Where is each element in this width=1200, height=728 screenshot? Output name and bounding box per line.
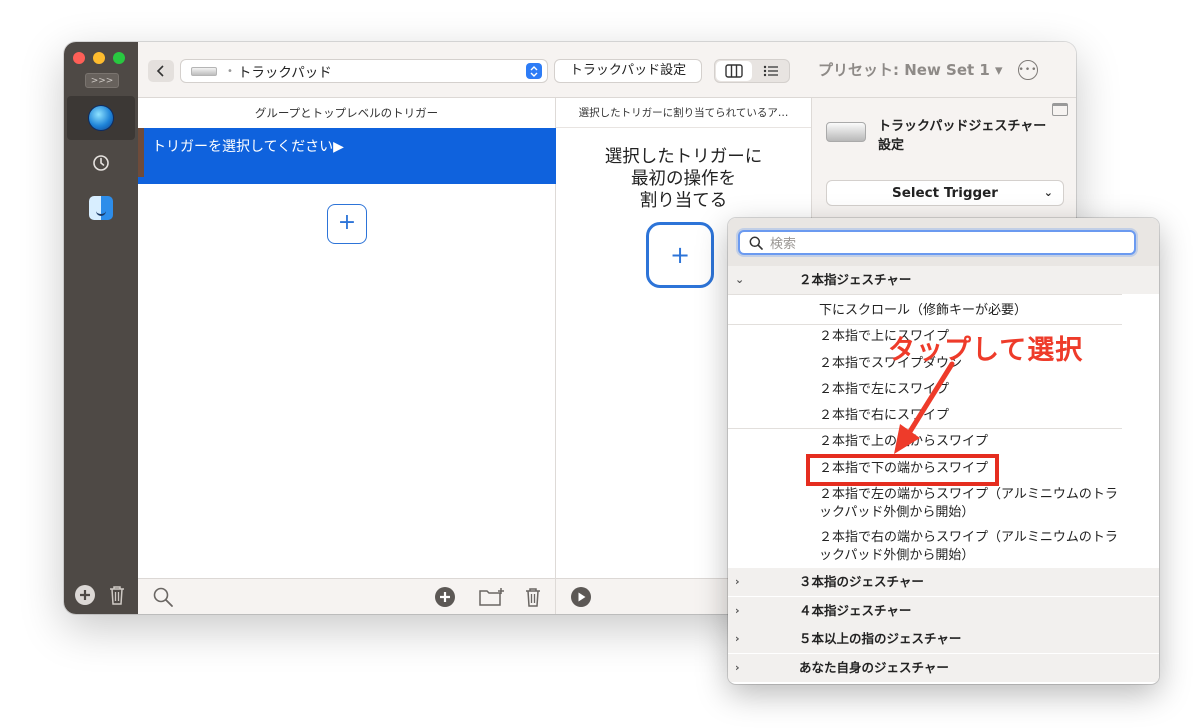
trash-icon[interactable] [524, 586, 542, 608]
zoom-window-button[interactable] [113, 52, 125, 64]
back-button[interactable] [148, 60, 174, 82]
group-two-finger[interactable]: ⌄ ２本指ジェスチャー [728, 266, 1159, 294]
assign-hint-line-2: 最初の操作を [631, 169, 736, 189]
group-label: ２本指ジェスチャー [799, 272, 912, 287]
expand-sidebar-button[interactable]: >>> [85, 73, 119, 88]
chevron-down-icon: ⌄ [1043, 186, 1053, 199]
group-label: ５本以上の指のジェスチャー [799, 631, 962, 646]
dropdown-search-field[interactable]: 検索 [738, 230, 1136, 255]
dropdown-search-area: 検索 [728, 218, 1159, 266]
item-label: ２本指で右の端からスワイプ（アルミニウムのトラックパッド外側から開始） [819, 530, 1118, 563]
add-icon[interactable] [434, 586, 456, 608]
add-action-button[interactable]: + [646, 222, 714, 288]
group-five-plus-finger[interactable]: › ５本以上の指のジェスチャー [728, 625, 1159, 653]
sidebar-item-finder[interactable] [67, 186, 135, 230]
list-icon [763, 65, 778, 77]
actions-column-header: 選択したトリガーに割り当てられているア… [556, 98, 811, 128]
trackpad-settings-button[interactable]: トラックパッド設定 [554, 59, 702, 83]
select-trigger-prompt: トリガーを選択してください▶ [152, 139, 344, 155]
ellipsis-icon: ••• [1018, 65, 1038, 75]
sidebar-item-timer[interactable] [67, 141, 135, 185]
search-placeholder: 検索 [770, 237, 797, 252]
toolbar: • トラックパッド トラックパッド設定 プリセット: New Set 1 ▾ •… [138, 42, 1076, 98]
group-custom[interactable]: › あなた自身のジェスチャー [728, 654, 1159, 682]
group-four-finger[interactable]: › ４本指ジェスチャー [728, 597, 1159, 625]
view-mode-segment [714, 59, 790, 83]
list-view-button[interactable] [753, 60, 789, 82]
finder-icon [89, 196, 113, 220]
column-view-button[interactable] [716, 61, 752, 81]
assign-action-hint: 選択したトリガーに 最初の操作を 割り当てる [556, 146, 811, 212]
dot-icon: • [227, 65, 233, 77]
group-label: ３本指のジェスチャー [799, 574, 924, 589]
groups-column: グループとトップレベルのトリガー トリガーを選択してください▶ + [138, 98, 565, 614]
updown-chevron-icon [526, 63, 542, 79]
annotation-arrow-icon [894, 361, 955, 454]
group-label: あなた自身のジェスチャー [799, 660, 949, 675]
select-trigger-row[interactable]: トリガーを選択してください▶ [138, 128, 565, 184]
window-controls [73, 52, 125, 64]
close-window-button[interactable] [73, 52, 85, 64]
item-label: ２本指で左の端からスワイプ（アルミニウムのトラックパッド外側から開始） [819, 487, 1118, 520]
device-select[interactable]: • トラックパッド [180, 59, 548, 83]
more-options-button[interactable]: ••• [1018, 60, 1038, 80]
group-three-finger[interactable]: › ３本指のジェスチャー [728, 568, 1159, 596]
sidebar-item-global[interactable] [67, 96, 135, 140]
divider [728, 294, 1122, 295]
globe-icon [89, 106, 113, 130]
search-icon [749, 236, 763, 250]
preset-menu[interactable]: プリセット: New Set 1 ▾ [818, 59, 1003, 81]
assign-hint-line-3: 割り当てる [639, 191, 728, 211]
add-app-icon[interactable] [74, 584, 96, 606]
trash-icon[interactable] [108, 584, 126, 606]
play-icon[interactable] [570, 586, 592, 608]
new-folder-icon[interactable] [478, 586, 506, 608]
minimize-window-button[interactable] [93, 52, 105, 64]
sidebar: >>> [64, 42, 138, 614]
groups-column-footer [138, 578, 555, 614]
trackpad-icon [191, 66, 217, 76]
chevron-right-icon: › [735, 661, 740, 674]
chevron-right-icon: › [735, 632, 740, 645]
item-label: 下にスクロール（修飾キーが必要） [819, 303, 1028, 318]
select-trigger-dropdown[interactable]: Select Trigger ⌄ [826, 180, 1064, 206]
window-icon[interactable] [1052, 103, 1068, 116]
device-select-label: トラックパッド [237, 65, 332, 81]
chevron-down-icon: ⌄ [735, 273, 745, 286]
divider [728, 324, 1122, 325]
groups-column-header: グループとトップレベルのトリガー [254, 106, 439, 120]
settings-panel-title: トラックパッドジェスチャー設定 [878, 119, 1047, 153]
chevron-right-icon: › [735, 575, 740, 588]
select-trigger-label: Select Trigger [892, 185, 998, 201]
group-label: ４本指ジェスチャー [799, 603, 912, 618]
assign-hint-line-1: 選択したトリガーに [604, 147, 763, 167]
columns-icon [725, 64, 743, 78]
add-trigger-button[interactable]: + [327, 204, 367, 244]
timer-icon [93, 155, 109, 171]
trackpad-icon [826, 122, 866, 142]
sidebar-footer [74, 584, 126, 606]
chevron-left-icon [156, 65, 164, 77]
search-icon[interactable] [152, 586, 174, 608]
chevron-right-icon: › [735, 604, 740, 617]
highlight-box [806, 454, 999, 486]
